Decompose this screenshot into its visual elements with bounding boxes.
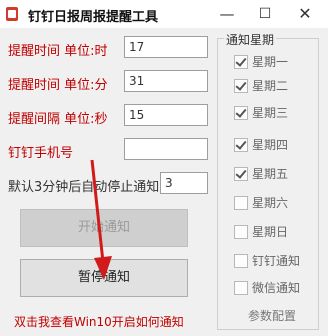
sunday-label: 星期日 bbox=[252, 225, 289, 239]
saturday-checkbox[interactable] bbox=[234, 195, 248, 210]
weekday-group-title: 通知星期 bbox=[224, 31, 277, 48]
weekday-friday[interactable]: 星期五 bbox=[234, 165, 288, 181]
phone-label: 钉钉手机号 bbox=[8, 146, 74, 161]
weekday-tuesday[interactable]: 星期二 bbox=[234, 77, 288, 93]
minimize-button[interactable]: — bbox=[214, 4, 240, 24]
app-calendar-icon bbox=[6, 7, 18, 21]
auto-stop-input[interactable]: 3 bbox=[160, 172, 208, 194]
close-button[interactable]: ✕ bbox=[292, 4, 318, 24]
dingtalk-notify-option[interactable]: 钉钉通知 bbox=[234, 252, 300, 268]
weekday-group: 通知星期 星期一 星期二 星期三 星期四 星期五 星期六 星期日 钉钉通知 微信… bbox=[217, 31, 319, 330]
weekday-thursday[interactable]: 星期四 bbox=[234, 136, 288, 152]
tuesday-label: 星期二 bbox=[252, 79, 289, 93]
weekday-monday[interactable]: 星期一 bbox=[234, 53, 288, 69]
win10-help-link[interactable]: 双击我查看Win10开启如何通知 bbox=[14, 313, 184, 330]
minute-input[interactable]: 31 bbox=[124, 70, 208, 92]
stop-notify-button[interactable]: 暂停通知 bbox=[20, 259, 188, 297]
weekday-saturday[interactable]: 星期六 bbox=[234, 194, 288, 210]
title-bar: 钉钉日报周报提醒工具 — ☐ ✕ bbox=[0, 0, 328, 28]
dingtalk-notify-checkbox[interactable] bbox=[234, 253, 248, 268]
thursday-label: 星期四 bbox=[252, 138, 289, 152]
dingtalk-notify-label: 钉钉通知 bbox=[252, 254, 301, 268]
wechat-notify-checkbox[interactable] bbox=[234, 280, 248, 295]
monday-label: 星期一 bbox=[252, 55, 289, 69]
start-notify-button[interactable]: 开始通知 bbox=[20, 209, 188, 247]
hour-input[interactable]: 17 bbox=[124, 36, 208, 58]
auto-stop-label: 默认3分钟后自动停止通知 bbox=[8, 180, 160, 195]
hour-label: 提醒时间 单位:时 bbox=[8, 44, 108, 59]
friday-label: 星期五 bbox=[252, 167, 289, 181]
saturday-label: 星期六 bbox=[252, 196, 289, 210]
maximize-button[interactable]: ☐ bbox=[252, 4, 278, 24]
friday-checkbox[interactable] bbox=[234, 166, 248, 181]
window-title: 钉钉日报周报提醒工具 bbox=[28, 10, 159, 25]
tuesday-checkbox[interactable] bbox=[234, 78, 248, 93]
interval-input[interactable]: 15 bbox=[124, 104, 208, 126]
wechat-notify-label: 微信通知 bbox=[252, 281, 301, 295]
thursday-checkbox[interactable] bbox=[234, 137, 248, 152]
weekday-sunday[interactable]: 星期日 bbox=[234, 223, 288, 239]
config-button[interactable]: 参数配置 bbox=[248, 307, 296, 324]
wednesday-label: 星期三 bbox=[252, 106, 289, 120]
wechat-notify-option[interactable]: 微信通知 bbox=[234, 279, 300, 295]
weekday-wednesday[interactable]: 星期三 bbox=[234, 104, 288, 120]
minute-label: 提醒时间 单位:分 bbox=[8, 78, 108, 93]
wednesday-checkbox[interactable] bbox=[234, 105, 248, 120]
monday-checkbox[interactable] bbox=[234, 54, 248, 69]
phone-input[interactable] bbox=[124, 138, 208, 160]
interval-label: 提醒间隔 单位:秒 bbox=[8, 112, 108, 127]
sunday-checkbox[interactable] bbox=[234, 224, 248, 239]
